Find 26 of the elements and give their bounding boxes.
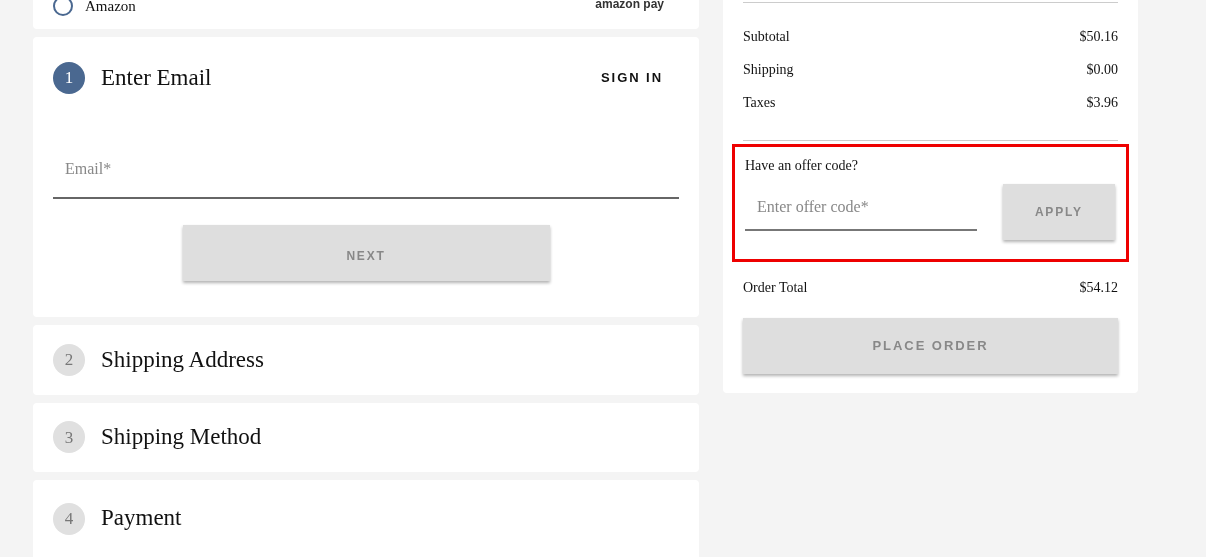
step-number: 2 — [53, 344, 85, 377]
order-total-label: Order Total — [743, 279, 808, 297]
summary-value: $3.96 — [1086, 94, 1118, 112]
step-title: Shipping Method — [101, 423, 262, 452]
offer-code-field[interactable]: Enter offer code* — [745, 185, 977, 231]
offer-heading: Have an offer code? — [745, 157, 859, 175]
step-number: 4 — [53, 502, 85, 535]
place-order-button[interactable]: PLACE ORDER — [743, 318, 1118, 374]
step-title: Payment — [101, 504, 182, 533]
summary-label: Taxes — [743, 94, 776, 112]
summary-value: $0.00 — [1086, 61, 1118, 79]
amazon-pay-logo: amazon pay — [595, 0, 664, 11]
order-total-value: $54.12 — [1079, 279, 1118, 297]
summary-value: $50.16 — [1079, 28, 1118, 46]
email-field[interactable]: Email* — [53, 157, 679, 200]
next-button[interactable]: NEXT — [182, 225, 550, 282]
summary-label: Shipping — [743, 61, 794, 79]
step-number: 3 — [53, 421, 85, 454]
summary-label: Subtotal — [743, 28, 790, 46]
apply-button[interactable]: APPLY — [1002, 184, 1115, 240]
radio-button[interactable] — [53, 0, 73, 17]
step-title: Enter Email — [101, 63, 212, 92]
payment-option-label: Amazon — [85, 0, 136, 17]
step-title: Shipping Address — [101, 345, 264, 374]
step-number: 1 — [53, 62, 85, 95]
sign-in-link[interactable]: SIGN IN — [600, 68, 663, 88]
